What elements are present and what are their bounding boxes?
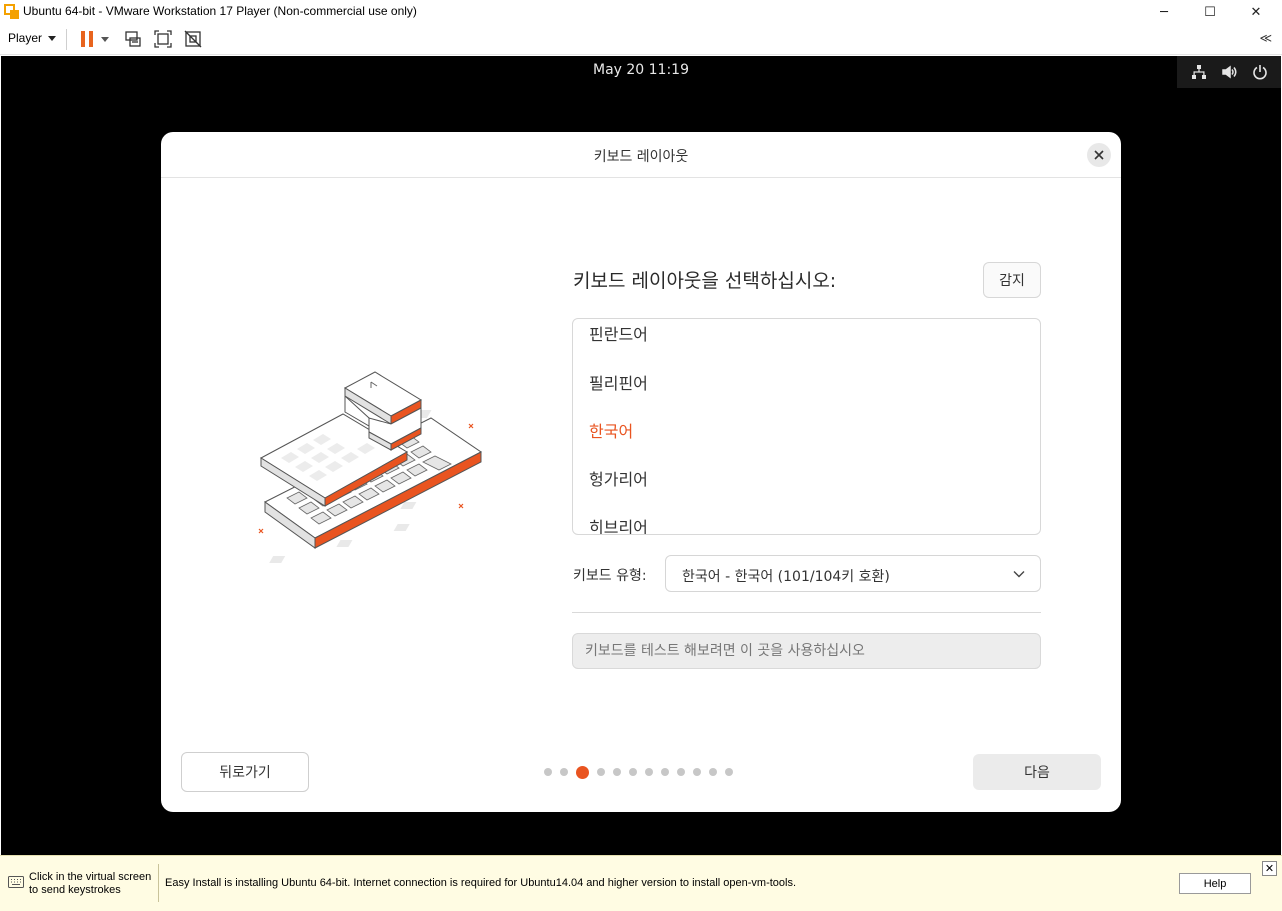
step-dot-active <box>576 765 589 779</box>
close-window-button[interactable]: ✕ <box>1233 0 1279 24</box>
dialog-close-button[interactable] <box>1087 143 1111 167</box>
keyboard-type-value: 한국어 - 한국어 (101/104키 호환) <box>682 569 890 585</box>
step-dot <box>725 768 733 776</box>
send-ctrl-alt-del-button[interactable] <box>122 28 144 50</box>
detect-layout-button[interactable]: 감지 <box>983 262 1041 298</box>
chevron-down-icon <box>48 35 57 41</box>
layout-list[interactable]: 핀란드어 필리핀어 한국어 헝가리어 히브리어 <box>572 318 1041 535</box>
step-dot <box>544 768 552 776</box>
keyboard-type-label: 키보드 유형: <box>573 568 647 584</box>
hint-bar: Click in the virtual screen to send keys… <box>0 855 1282 911</box>
dialog-title: 키보드 레이아웃 <box>593 149 689 165</box>
keyboard-illustration <box>258 371 482 563</box>
pause-button[interactable] <box>76 28 98 50</box>
step-dot <box>613 768 621 776</box>
step-dot <box>709 768 717 776</box>
maximize-icon: ☐ <box>1204 4 1216 20</box>
window-titlebar: Ubuntu 64-bit - VMware Workstation 17 Pl… <box>0 0 1282 24</box>
close-icon <box>1094 150 1104 160</box>
keyboard-test-input[interactable] <box>572 633 1041 669</box>
network-icon[interactable] <box>1190 63 1208 81</box>
network-devices-icon <box>125 31 141 47</box>
layout-prompt: 키보드 레이아웃을 선택하십시오: <box>573 270 837 292</box>
fullscreen-button[interactable] <box>152 28 174 50</box>
chevron-down-icon <box>1013 571 1025 578</box>
collapse-toolbar-button[interactable]: ≪ <box>1259 31 1272 45</box>
unity-mode-button[interactable] <box>182 28 204 50</box>
hint-close-button[interactable]: ✕ <box>1262 861 1277 876</box>
click-hint: Click in the virtual screen to send keys… <box>29 871 151 897</box>
guest-clock[interactable]: May 20 11:19 <box>1 62 1281 78</box>
step-dot <box>629 768 637 776</box>
window-title: Ubuntu 64-bit - VMware Workstation 17 Pl… <box>23 4 417 18</box>
help-button[interactable]: Help <box>1179 873 1251 894</box>
step-dot <box>693 768 701 776</box>
pause-icon <box>81 31 93 47</box>
toolbar-divider <box>66 29 67 50</box>
click-hint-line: Click in the virtual screen <box>29 871 152 883</box>
fullscreen-icon <box>154 30 172 48</box>
list-item[interactable]: 핀란드어 <box>589 321 648 345</box>
power-icon[interactable] <box>1251 63 1269 81</box>
player-menu-label: Player <box>8 31 43 45</box>
player-toolbar: Player ≪ <box>0 24 1282 55</box>
player-menu-button[interactable]: Player <box>8 31 57 45</box>
virtual-machine-screen[interactable]: May 20 11:19 키보드 레이아웃 키보드 레이아웃을 선택하십시오: … <box>1 56 1281 855</box>
section-divider <box>572 612 1041 613</box>
next-button[interactable]: 다음 <box>973 754 1101 790</box>
step-dot <box>597 768 605 776</box>
list-item[interactable]: 필리핀어 <box>589 370 648 394</box>
step-dot <box>661 768 669 776</box>
step-dot <box>677 768 685 776</box>
close-icon: ✕ <box>1250 4 1262 20</box>
step-indicator <box>544 764 733 780</box>
unity-icon <box>184 30 202 48</box>
maximize-button[interactable]: ☐ <box>1187 0 1233 24</box>
keyboard-layout-dialog: 키보드 레이아웃 키보드 레이아웃을 선택하십시오: 감지 핀란드어 필리핀어 … <box>161 132 1121 812</box>
list-item-selected[interactable]: 한국어 <box>589 418 633 442</box>
system-tray[interactable] <box>1177 56 1281 88</box>
step-dot <box>645 768 653 776</box>
list-item[interactable]: 헝가리어 <box>589 466 648 490</box>
volume-icon[interactable] <box>1220 63 1238 81</box>
minimize-icon: ─ <box>1160 4 1168 20</box>
minimize-button[interactable]: ─ <box>1141 0 1187 24</box>
install-message: Easy Install is installing Ubuntu 64-bit… <box>165 877 797 889</box>
close-icon: ✕ <box>1264 862 1275 875</box>
keyboard-icon <box>8 876 24 888</box>
keyboard-type-select[interactable]: 한국어 - 한국어 (101/104키 호환) <box>665 555 1041 592</box>
chevron-down-icon <box>101 36 109 42</box>
click-hint-line: to send keystrokes <box>29 884 121 896</box>
vmware-app-icon <box>4 4 19 19</box>
power-options-dropdown[interactable] <box>98 28 112 50</box>
hint-divider <box>158 864 159 902</box>
dialog-header: 키보드 레이아웃 <box>161 132 1121 178</box>
back-button[interactable]: 뒤로가기 <box>181 752 309 792</box>
list-item[interactable]: 히브리어 <box>589 514 648 534</box>
step-dot <box>560 768 568 776</box>
